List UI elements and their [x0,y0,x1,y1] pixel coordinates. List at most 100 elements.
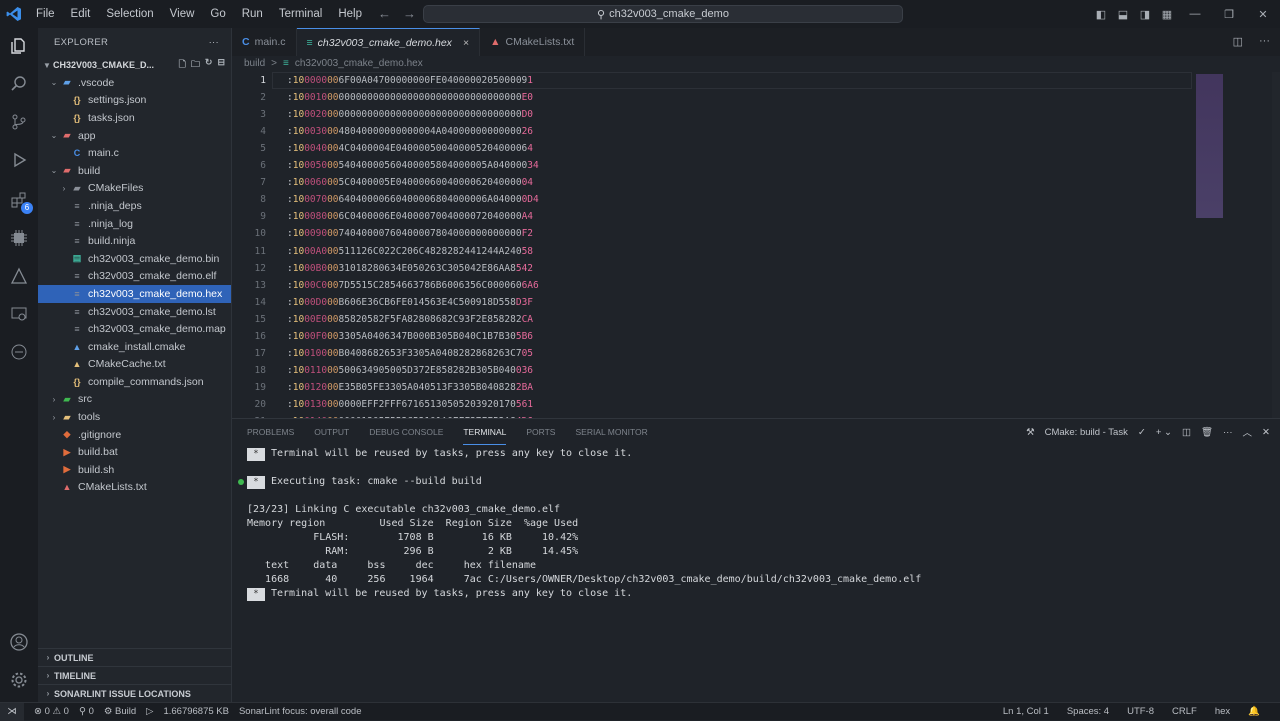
code-editor[interactable]: 1:100000006F00A04700000000FE040000020500… [232,72,1280,418]
tree-item[interactable]: ≡ .ninja_deps [38,197,231,215]
tree-item[interactable]: ≡ build.ninja [38,232,231,250]
forward-arrow-icon[interactable]: → [403,6,416,21]
tree-item[interactable]: › ▰ CMakeFiles [38,180,231,198]
menu-help[interactable]: Help [330,0,370,28]
command-center-search[interactable]: ⚲ ch32v003_cmake_demo [423,5,903,23]
menu-file[interactable]: File [28,0,63,28]
customize-layout-icon[interactable]: ▦ [1156,8,1178,21]
close-tab-icon[interactable]: × [463,37,469,49]
menu-terminal[interactable]: Terminal [271,0,330,28]
remote-explorer-icon[interactable] [7,302,31,326]
tree-item[interactable]: ▤ ch32v003_cmake_demo.bin [38,250,231,268]
section-outline[interactable]: › OUTLINE [38,648,232,666]
tree-item[interactable]: ▶ build.bat [38,443,231,461]
extensions-icon[interactable]: 6 [7,188,33,214]
tree-item[interactable]: ⌄ ▰ app [38,127,231,145]
hex-record: :100090007404000076040000780400000000000… [287,228,534,240]
tree-item[interactable]: {} compile_commands.json [38,373,231,391]
minimize-icon[interactable]: — [1178,8,1212,20]
status-item[interactable]: UTF-8 [1127,706,1154,717]
chip-icon[interactable] [7,226,31,250]
tree-item[interactable]: ◆ .gitignore [38,426,231,444]
status-item[interactable]: Spaces: 4 [1067,706,1109,717]
tree-item[interactable]: ▲ cmake_install.cmake [38,338,231,356]
project-header[interactable]: ▼ CH32V003_CMAKE_D... 🗋 🗀 ↻ ⊟ [38,56,231,74]
status-item[interactable]: Ln 1, Col 1 [1003,706,1049,717]
tab-main-c[interactable]: Cmain.c [232,28,297,56]
close-panel-icon[interactable]: ✕ [1262,427,1270,438]
tree-item[interactable]: ⌄ ▰ .vscode [38,74,231,92]
editor-scrollbar[interactable] [1272,72,1280,418]
collapse-all-icon[interactable]: ⊟ [217,57,225,73]
tree-item[interactable]: Cmain.c [38,144,231,162]
status-item[interactable]: ⊗ 0 ⚠ 0 [34,706,69,717]
bell-icon[interactable]: 🔔 [1248,706,1260,717]
account-icon[interactable] [7,630,31,654]
tree-item[interactable]: › ▰ src [38,391,231,409]
panel-tab-terminal[interactable]: TERMINAL [463,420,507,445]
run-debug-icon[interactable] [7,148,31,172]
split-editor-icon[interactable]: ◫ [1233,35,1243,48]
toggle-secondary-sidebar-icon[interactable]: ◨ [1134,8,1156,21]
new-folder-icon[interactable]: 🗀 [191,57,200,73]
section-timeline[interactable]: › TIMELINE [38,666,232,684]
tree-item[interactable]: ▲ CMakeCache.txt [38,356,231,374]
back-arrow-icon[interactable]: ← [378,6,391,21]
tree-item[interactable]: ⌄ ▰ build [38,162,231,180]
terminal-task-name[interactable]: CMake: build - Task [1045,427,1128,438]
tab-cmakelists-txt[interactable]: ▲ CMakeLists.txt [480,28,586,56]
close-window-icon[interactable]: ✕ [1246,8,1280,21]
more-actions-icon[interactable]: ··· [1259,35,1270,48]
cmake-icon[interactable] [7,264,31,288]
tree-item[interactable]: ≡ ch32v003_cmake_demo.hex [38,285,231,303]
section-sonarlint-issue-locations[interactable]: › SONARLINT ISSUE LOCATIONS [38,684,232,702]
settings-gear-icon[interactable] [7,668,31,692]
status-item[interactable]: 1.66796875 KB [163,706,229,717]
status-item[interactable]: SonarLint focus: overall code [239,706,362,717]
menu-view[interactable]: View [162,0,203,28]
status-item[interactable]: hex [1215,706,1230,717]
tree-item-label: .ninja_log [88,217,133,230]
status-item[interactable]: ▷ [146,706,153,717]
tree-item[interactable]: › ▰ tools [38,408,231,426]
tree-item[interactable]: {} tasks.json [38,109,231,127]
tree-item[interactable]: ≡ .ninja_log [38,215,231,233]
minimap[interactable] [1196,74,1223,218]
panel-tab-problems[interactable]: PROBLEMS [247,427,294,437]
new-terminal-icon[interactable]: + ⌄ [1156,427,1172,438]
more-actions-icon[interactable]: ··· [1223,427,1233,438]
search-view-icon[interactable] [7,72,31,96]
menu-go[interactable]: Go [202,0,233,28]
more-actions-icon[interactable]: ··· [209,37,219,48]
status-item[interactable]: ⚲ 0 [79,706,94,717]
remote-icon[interactable]: ⋊ [0,702,24,721]
panel-tab-ports[interactable]: PORTS [526,427,555,437]
explorer-icon[interactable] [7,34,31,58]
panel-tab-output[interactable]: OUTPUT [314,427,349,437]
split-terminal-icon[interactable]: ◫ [1182,427,1191,438]
trash-icon[interactable]: 🗑 [1201,427,1213,438]
tree-item[interactable]: ▲ CMakeLists.txt [38,479,231,497]
panel-tab-serial-monitor[interactable]: SERIAL MONITOR [575,427,647,437]
menu-edit[interactable]: Edit [63,0,99,28]
refresh-icon[interactable]: ↻ [205,57,213,73]
menu-selection[interactable]: Selection [98,0,161,28]
serial-monitor-icon[interactable] [7,340,31,364]
source-control-icon[interactable] [7,110,31,134]
tab-ch32v003-cmake-demo-hex[interactable]: ≡ ch32v003_cmake_demo.hex × [296,28,481,56]
tree-item[interactable]: ≡ ch32v003_cmake_demo.map [38,320,231,338]
maximize-panel-icon[interactable]: ︿ [1243,425,1253,439]
tree-item[interactable]: ▶ build.sh [38,461,231,479]
new-file-icon[interactable]: 🗋 [179,57,186,73]
tree-item[interactable]: ≡ ch32v003_cmake_demo.lst [38,303,231,321]
panel-tab-debug-console[interactable]: DEBUG CONSOLE [369,427,443,437]
tree-item[interactable]: ≡ ch32v003_cmake_demo.elf [38,268,231,286]
status-item[interactable]: ⚙ Build [104,706,136,717]
restore-icon[interactable]: ❐ [1212,8,1246,21]
menu-run[interactable]: Run [234,0,271,28]
toggle-sidebar-icon[interactable]: ◧ [1090,8,1112,21]
terminal-output[interactable]: * Terminal will be reused by tasks, press… [238,447,921,601]
toggle-panel-icon[interactable]: ⬓ [1112,8,1134,21]
status-item[interactable]: CRLF [1172,706,1197,717]
tree-item[interactable]: {} settings.json [38,92,231,110]
